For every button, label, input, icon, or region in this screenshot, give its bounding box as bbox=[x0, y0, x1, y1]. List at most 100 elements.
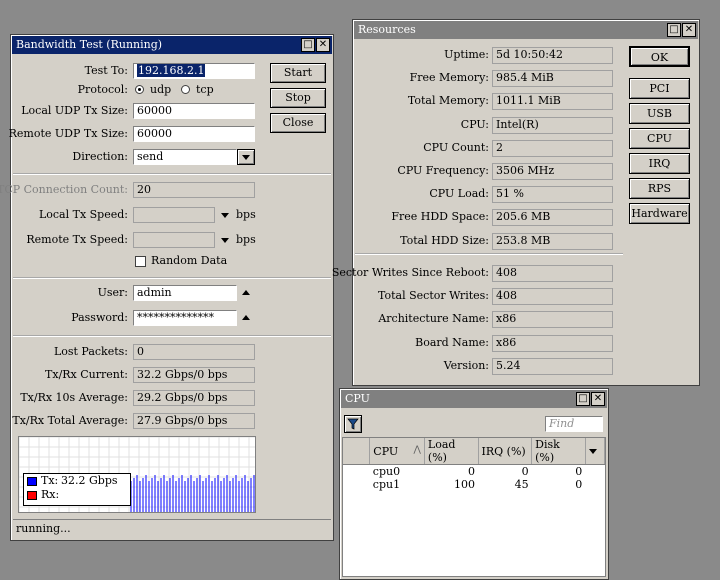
legend-tx-value: 32.2 Gbps bbox=[61, 474, 118, 487]
cell-disk: 0 bbox=[575, 465, 583, 478]
status-bar: running... bbox=[13, 519, 331, 538]
res2-label-0: Sector Writes Since Reboot: bbox=[331, 266, 489, 279]
window-title: Resources bbox=[358, 23, 416, 36]
password-label: Password: bbox=[71, 311, 128, 324]
local-tx-speed-label: Local Tx Speed: bbox=[38, 208, 128, 221]
column-header-cpu[interactable]: CPU ⋀ bbox=[369, 438, 425, 465]
res-label-2: Total Memory: bbox=[407, 94, 489, 108]
maximize-icon[interactable]: □ bbox=[576, 392, 590, 406]
cpu-table-container: CPU ⋀ Load (%) IRQ (%) Disk (%) cpu0 0 0 0 cp… bbox=[342, 437, 606, 577]
res-label-1: Free Memory: bbox=[409, 71, 489, 85]
separator bbox=[13, 335, 331, 337]
chevron-up-icon[interactable] bbox=[242, 290, 250, 295]
filter-button[interactable] bbox=[344, 415, 362, 433]
remote-udp-tx-size-input[interactable]: 60000 bbox=[133, 126, 255, 142]
res-label-8: Total HDD Size: bbox=[400, 233, 489, 247]
chevron-down-icon[interactable] bbox=[221, 238, 229, 243]
direction-select[interactable]: send bbox=[133, 149, 237, 165]
remote-tx-speed-unit: bps bbox=[236, 233, 256, 246]
cell-cpu: cpu1 bbox=[372, 478, 401, 491]
test-to-input[interactable]: 192.168.2.1 bbox=[133, 63, 255, 79]
separator bbox=[13, 173, 331, 175]
tx-rx-current-label: Tx/Rx Current: bbox=[45, 368, 128, 381]
cell-blank bbox=[343, 478, 370, 491]
window-title: Bandwidth Test (Running) bbox=[16, 38, 163, 51]
res2-label-3: Board Name: bbox=[415, 335, 489, 349]
direction-dropdown-button[interactable] bbox=[237, 149, 255, 165]
protocol-udp-radio[interactable] bbox=[135, 85, 144, 94]
chevron-down-icon bbox=[588, 448, 597, 454]
local-tx-speed-input[interactable] bbox=[133, 207, 215, 223]
lost-packets-label: Lost Packets: bbox=[53, 345, 128, 358]
tcp-connection-count-input[interactable]: 20 bbox=[133, 182, 255, 198]
bandwidth-test-titlebar[interactable]: Bandwidth Test (Running) □ ✕ bbox=[12, 36, 332, 54]
res2-label-4: Version: bbox=[443, 358, 489, 372]
column-header-load[interactable]: Load (%) bbox=[424, 438, 479, 465]
lost-packets-value: 0 bbox=[133, 344, 255, 360]
local-udp-tx-size-label: Local UDP Tx Size: bbox=[21, 104, 128, 117]
res-value-1: 985.4 MiB bbox=[492, 70, 613, 88]
column-header-irq[interactable]: IRQ (%) bbox=[478, 438, 533, 465]
chevron-down-icon[interactable] bbox=[221, 213, 229, 218]
res-label-0: Uptime: bbox=[444, 48, 489, 61]
res-value-7: 205.6 MB bbox=[492, 209, 613, 227]
close-icon[interactable]: ✕ bbox=[316, 38, 330, 52]
chevron-up-icon[interactable] bbox=[242, 315, 250, 320]
tx-color-swatch bbox=[27, 477, 37, 486]
res2-value-1: 408 bbox=[492, 288, 613, 306]
local-udp-tx-size-input[interactable]: 60000 bbox=[133, 103, 255, 119]
res-value-4: 2 bbox=[492, 139, 613, 157]
protocol-tcp-radio[interactable] bbox=[181, 85, 190, 94]
column-header-blank bbox=[343, 438, 371, 465]
tcp-connection-count-label: TCP Connection Count: bbox=[0, 183, 128, 196]
res-value-6: 51 % bbox=[492, 186, 613, 204]
table-row[interactable]: cpu1 100 45 0 bbox=[343, 478, 605, 491]
close-button[interactable]: Close bbox=[270, 113, 326, 133]
traffic-graph: Tx: 32.2 Gbps Rx: bbox=[18, 436, 256, 513]
protocol-label: Protocol: bbox=[77, 83, 128, 96]
find-input[interactable]: Find bbox=[545, 416, 603, 432]
tx-rx-current-value: 32.2 Gbps/0 bps bbox=[133, 367, 255, 383]
resources-cpu-button[interactable]: CPU bbox=[629, 128, 690, 149]
res2-value-2: x86 bbox=[492, 311, 613, 329]
resources-hardware-button[interactable]: Hardware bbox=[629, 203, 690, 224]
res-label-7: Free HDD Space: bbox=[391, 210, 489, 224]
graph-legend: Tx: 32.2 Gbps Rx: bbox=[23, 473, 131, 506]
close-icon[interactable]: ✕ bbox=[682, 23, 696, 37]
cell-blank bbox=[585, 465, 604, 479]
resources-rps-button[interactable]: RPS bbox=[629, 178, 690, 199]
resources-titlebar[interactable]: Resources □ ✕ bbox=[354, 21, 698, 39]
resources-usb-button[interactable]: USB bbox=[629, 103, 690, 124]
maximize-icon[interactable]: □ bbox=[667, 23, 681, 37]
tx-rx-10s-average-label: Tx/Rx 10s Average: bbox=[20, 391, 128, 404]
user-label: User: bbox=[97, 286, 128, 299]
cell-irq: 45 bbox=[514, 478, 529, 491]
password-input[interactable]: ************** bbox=[133, 310, 237, 326]
start-button[interactable]: Start bbox=[270, 63, 326, 83]
resources-ok-button[interactable]: OK bbox=[629, 46, 690, 67]
random-data-label[interactable]: Random Data bbox=[151, 253, 227, 269]
resources-pci-button[interactable]: PCI bbox=[629, 78, 690, 99]
legend-tx-label: Tx: bbox=[41, 474, 59, 487]
cell-load: 0 bbox=[468, 465, 476, 478]
stop-button[interactable]: Stop bbox=[270, 88, 326, 108]
local-tx-speed-unit: bps bbox=[236, 208, 256, 221]
user-input[interactable]: admin bbox=[133, 285, 237, 301]
res2-label-1: Total Sector Writes: bbox=[378, 289, 489, 303]
maximize-icon[interactable]: □ bbox=[301, 38, 315, 52]
remote-tx-speed-input[interactable] bbox=[133, 232, 215, 248]
column-header-disk[interactable]: Disk (%) bbox=[531, 438, 586, 465]
resources-irq-button[interactable]: IRQ bbox=[629, 153, 690, 174]
protocol-udp-label[interactable]: udp bbox=[150, 82, 171, 98]
cell-blank bbox=[343, 465, 370, 479]
cpu-table-header: CPU ⋀ Load (%) IRQ (%) Disk (%) bbox=[343, 438, 606, 465]
window-title: CPU bbox=[345, 392, 370, 405]
protocol-tcp-label[interactable]: tcp bbox=[196, 82, 214, 98]
column-menu[interactable] bbox=[585, 438, 606, 465]
cpu-titlebar[interactable]: CPU □ ✕ bbox=[341, 390, 607, 408]
close-icon[interactable]: ✕ bbox=[591, 392, 605, 406]
table-row[interactable]: cpu0 0 0 0 bbox=[343, 465, 605, 479]
res2-label-2: Architecture Name: bbox=[378, 312, 489, 326]
bandwidth-test-window: Bandwidth Test (Running) □ ✕ Test To: 19… bbox=[0, 34, 334, 541]
random-data-checkbox[interactable] bbox=[135, 256, 146, 267]
